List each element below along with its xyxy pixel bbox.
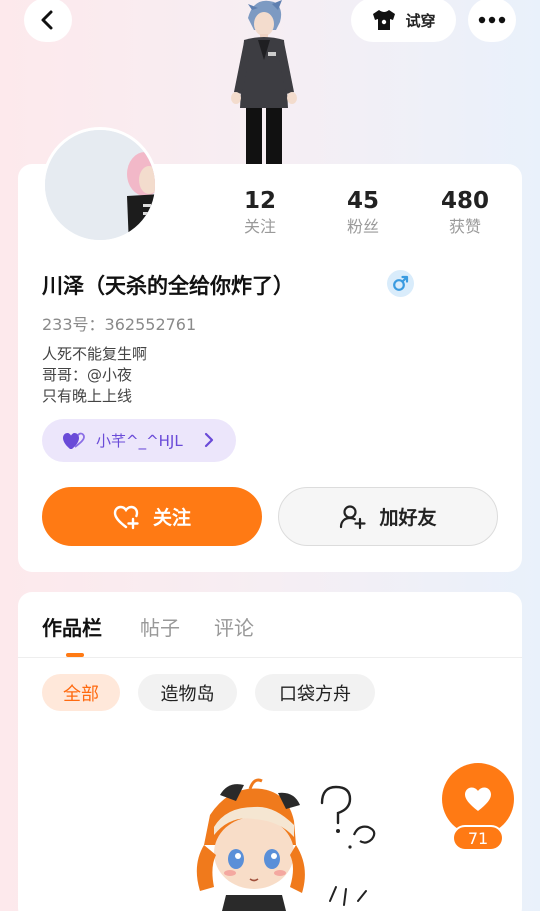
more-options-button[interactable] [468, 0, 516, 42]
stat-likes[interactable]: 480 获赞 [425, 186, 505, 238]
gender-badge [387, 270, 414, 297]
like-count: 71 [452, 825, 504, 851]
relationship-tag[interactable]: 小芊^_^HJL [42, 419, 236, 462]
stat-following[interactable]: 12 关注 [220, 186, 300, 238]
back-button[interactable] [24, 0, 72, 42]
chevron-left-icon [41, 10, 53, 30]
profile-name: 川泽（天杀的全给你炸了） [42, 274, 294, 298]
stat-label: 获赞 [448, 217, 481, 236]
tshirt-icon [373, 10, 396, 30]
divider [18, 657, 522, 658]
chevron-right-icon [204, 432, 214, 448]
stat-label: 粉丝 [346, 217, 379, 236]
heart-icon [465, 787, 491, 811]
add-friend-button[interactable]: 加好友 [278, 487, 498, 546]
stat-value: 480 [440, 188, 489, 214]
stat-label: 关注 [243, 217, 276, 236]
add-user-icon [340, 504, 367, 529]
try-on-label: 试穿 [405, 11, 436, 30]
avatar[interactable] [42, 127, 158, 243]
bio-line: 哥哥：@小夜 [42, 366, 133, 384]
tab-posts[interactable]: 帖子 [140, 612, 180, 641]
stat-value: 12 [243, 188, 276, 214]
filter-chip-creation-island[interactable]: 造物岛 [138, 674, 237, 711]
character-model-image [231, 0, 297, 164]
bio-line: 只有晚上上线 [42, 387, 133, 405]
double-heart-icon [63, 432, 85, 449]
stat-value: 45 [346, 188, 379, 214]
male-icon [393, 275, 409, 291]
tab-comments[interactable]: 评论 [214, 612, 254, 641]
follow-button[interactable]: 关注 [42, 487, 262, 546]
filter-chip-all[interactable]: 全部 [42, 674, 120, 711]
more-dots-icon [478, 16, 506, 24]
work-thumbnail-image[interactable] [170, 775, 390, 911]
filter-chip-pocket-ark[interactable]: 口袋方舟 [255, 674, 375, 711]
bio: 人死不能复生啊 哥哥：@小夜 只有晚上上线 [42, 344, 147, 407]
heart-plus-icon [113, 505, 139, 529]
relationship-tag-label: 小芊^_^HJL [96, 432, 183, 450]
user-id: 233号：362552761 [42, 315, 197, 334]
follow-label: 关注 [152, 507, 191, 529]
bio-line: 人死不能复生啊 [42, 345, 148, 363]
stat-fans[interactable]: 45 粉丝 [323, 186, 403, 238]
add-friend-label: 加好友 [379, 507, 437, 529]
try-on-button[interactable]: 试穿 [351, 0, 456, 42]
tab-works[interactable]: 作品栏 [42, 612, 102, 641]
